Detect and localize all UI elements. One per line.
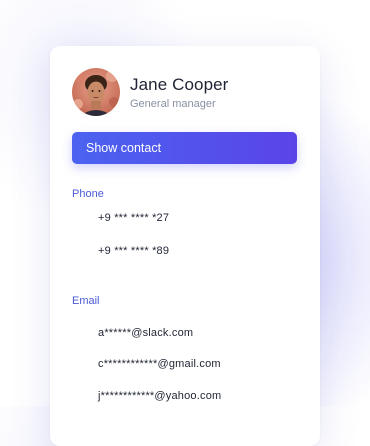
email-section-label: Email: [72, 295, 100, 307]
phone-section-label: Phone: [72, 188, 104, 200]
email-address: c************@gmail.com: [98, 358, 221, 370]
show-contact-button[interactable]: Show contact: [72, 132, 297, 164]
email-address: j************@yahoo.com: [98, 390, 222, 402]
avatar: [72, 68, 120, 116]
profile-role: General manager: [130, 97, 216, 110]
phone-number: +9 *** **** *89: [98, 245, 170, 257]
contact-card: Jane Cooper General manager Show contact…: [50, 46, 320, 446]
profile-name: Jane Cooper: [130, 74, 229, 94]
phone-number: +9 *** **** *27: [98, 212, 170, 224]
profile-header: Jane Cooper General manager: [72, 68, 228, 116]
profile-text: Jane Cooper General manager: [130, 75, 228, 110]
email-address: a******@slack.com: [98, 327, 194, 339]
